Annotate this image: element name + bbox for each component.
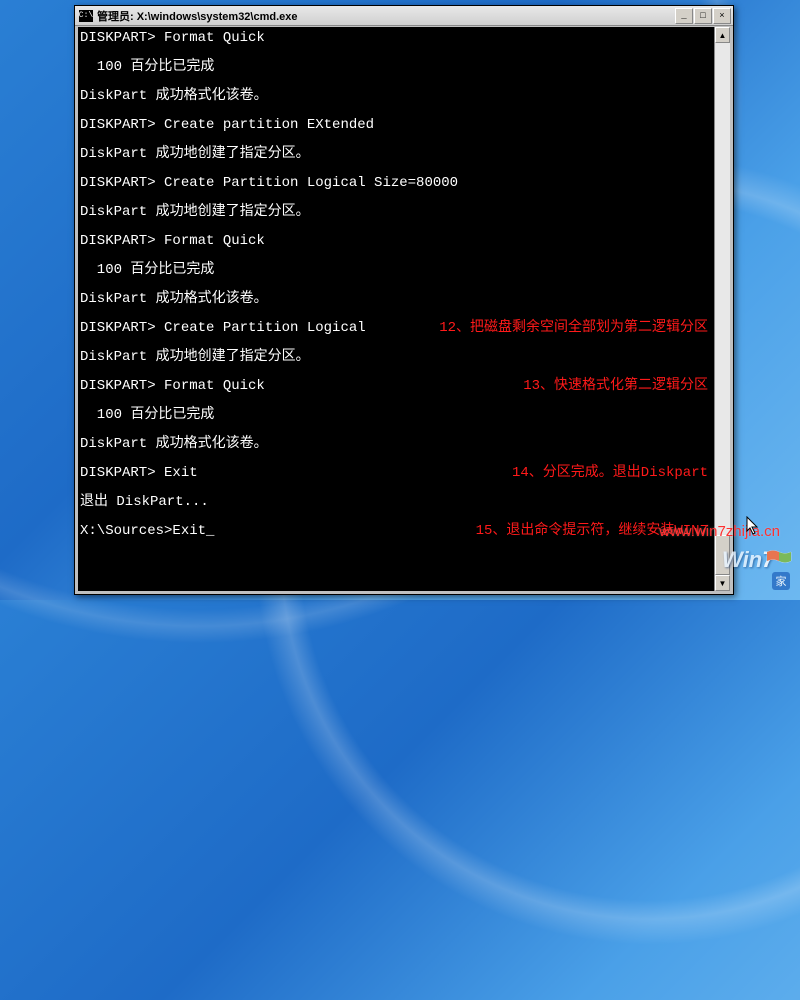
terminal-text: DISKPART> Create Partition Logical Size=…	[80, 176, 458, 191]
terminal-line: DISKPART> Format Quick 13、快速格式化第二逻辑分区	[80, 379, 728, 394]
terminal-text: DiskPart 成功地创建了指定分区。	[80, 205, 310, 220]
terminal-line: DISKPART> Create partition EXtended	[80, 118, 728, 133]
terminal-text: DiskPart 成功格式化该卷。	[80, 437, 268, 452]
terminal-line: 100 百分比已完成	[80, 408, 728, 423]
terminal-line: DiskPart 成功地创建了指定分区。	[80, 205, 728, 220]
terminal-text: DiskPart 成功地创建了指定分区。	[80, 147, 310, 162]
terminal-text: DiskPart 成功地创建了指定分区。	[80, 350, 310, 365]
terminal-text: 100 百分比已完成	[80, 263, 214, 278]
terminal-line: X:\Sources>Exit_15、退出命令提示符，继续安装WIN7	[80, 524, 728, 539]
terminal-text: DiskPart 成功格式化该卷。	[80, 292, 268, 307]
terminal-line: 100 百分比已完成	[80, 263, 728, 278]
annotation-text: 13、快速格式化第二逻辑分区	[511, 379, 728, 394]
terminal-line: DISKPART> Format Quick	[80, 31, 728, 46]
scroll-track[interactable]	[715, 43, 730, 575]
terminal-line: DISKPART> Create Partition Logical Size=…	[80, 176, 728, 191]
terminal-line: DiskPart 成功地创建了指定分区。	[80, 147, 728, 162]
terminal-line: DiskPart 成功格式化该卷。	[80, 89, 728, 104]
window-controls: _ □ ×	[674, 8, 731, 24]
terminal-text: DISKPART> Format Quick	[80, 31, 265, 46]
terminal-text: X:\Sources>Exit_	[80, 524, 214, 539]
close-button[interactable]: ×	[713, 8, 731, 24]
terminal-text: DISKPART> Format Quick	[80, 234, 265, 249]
terminal-line: DiskPart 成功地创建了指定分区。	[80, 350, 728, 365]
terminal-text: DISKPART> Format Quick	[80, 379, 265, 394]
terminal-line: DISKPART> Exit 14、分区完成。退出Diskpart	[80, 466, 728, 481]
terminal-text: 100 百分比已完成	[80, 408, 214, 423]
terminal-text: DiskPart 成功格式化该卷。	[80, 89, 268, 104]
titlebar[interactable]: C:\ 管理员: X:\windows\system32\cmd.exe _ □…	[75, 6, 733, 26]
terminal-line: 100 百分比已完成	[80, 60, 728, 75]
annotation-text: 12、把磁盘剩余空间全部划为第二逻辑分区	[427, 321, 728, 336]
terminal-text: 100 百分比已完成	[80, 60, 214, 75]
terminal-text: 退出 DiskPart...	[80, 495, 209, 510]
window-title: 管理员: X:\windows\system32\cmd.exe	[97, 8, 674, 24]
terminal-text: DISKPART> Create Partition Logical	[80, 321, 366, 336]
cmd-window: C:\ 管理员: X:\windows\system32\cmd.exe _ □…	[74, 5, 734, 595]
watermark-text: www.win7zhijia.cn	[659, 523, 780, 540]
site-logo: Win7 家	[722, 547, 792, 592]
terminal-output[interactable]: DISKPART> Format Quick 100 百分比已完成 DiskPar…	[78, 27, 730, 591]
scroll-up-button[interactable]: ▲	[715, 27, 730, 43]
terminal-line: 退出 DiskPart...	[80, 495, 728, 510]
windows-flag-icon	[766, 549, 792, 571]
scrollbar[interactable]: ▲ ▼	[714, 27, 730, 591]
terminal-line: DISKPART> Create Partition Logical 12、把磁盘…	[80, 321, 728, 336]
terminal-line: DISKPART> Format Quick	[80, 234, 728, 249]
annotation-text: 14、分区完成。退出Diskpart	[500, 466, 728, 481]
maximize-button[interactable]: □	[694, 8, 712, 24]
logo-home-badge: 家	[772, 572, 790, 590]
terminal-line: DiskPart 成功格式化该卷。	[80, 437, 728, 452]
terminal-text: DISKPART> Exit	[80, 466, 198, 481]
minimize-button[interactable]: _	[675, 8, 693, 24]
terminal-line: DiskPart 成功格式化该卷。	[80, 292, 728, 307]
terminal-text: DISKPART> Create partition EXtended	[80, 118, 374, 133]
app-icon: C:\	[79, 10, 93, 22]
